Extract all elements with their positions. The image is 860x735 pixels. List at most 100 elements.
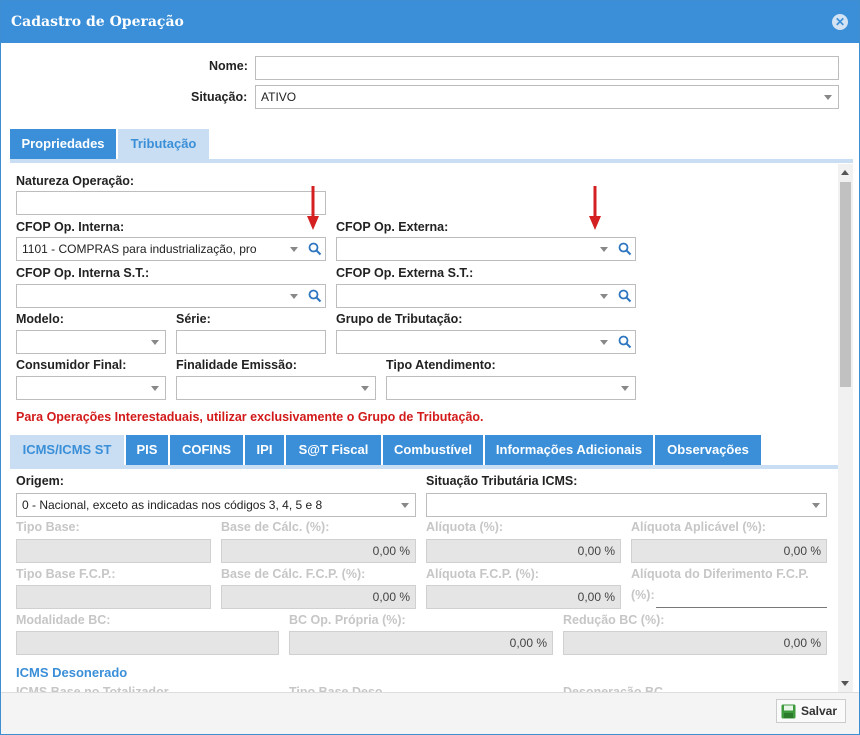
save-disk-icon xyxy=(781,704,796,719)
tab-ipi[interactable]: IPI xyxy=(245,435,284,465)
situacao-label: Situação: xyxy=(191,90,248,104)
aliquota-aplicavel-label: Alíquota Aplicável (%): xyxy=(631,520,766,534)
modalidade-bc-field xyxy=(16,631,279,655)
serie-input[interactable] xyxy=(176,330,326,354)
tipo-atendimento-select[interactable] xyxy=(386,376,636,400)
save-button[interactable]: Salvar xyxy=(776,699,846,723)
scroll-down-icon[interactable] xyxy=(841,681,849,686)
origem-label: Origem: xyxy=(16,474,64,488)
serie-label: Série: xyxy=(176,312,211,326)
base-calc-fcp-field: 0,00 % xyxy=(221,585,416,609)
scroll-thumb[interactable] xyxy=(840,182,851,387)
tab-icms[interactable]: ICMS/ICMS ST xyxy=(10,435,124,465)
dialog-title: Cadastro de Operação xyxy=(11,14,184,30)
nome-input[interactable] xyxy=(255,56,839,80)
modalidade-bc-label: Modalidade BC: xyxy=(16,613,111,627)
finalidade-label: Finalidade Emissão: xyxy=(176,358,297,372)
tipo-base-field xyxy=(16,539,211,563)
scrollbar[interactable] xyxy=(838,164,853,692)
cut-label-3: Desoneração BC xyxy=(563,685,664,692)
cfop-externa-select[interactable] xyxy=(336,237,636,261)
search-icon[interactable] xyxy=(308,289,322,303)
tab-tributacao[interactable]: Tributação xyxy=(118,129,209,159)
cfop-interna-select[interactable]: 1101 - COMPRAS para industrialização, pr… xyxy=(16,237,326,261)
consumidor-select[interactable] xyxy=(16,376,166,400)
chevron-down-icon xyxy=(151,386,159,391)
cfop-externa-st-label: CFOP Op. Externa S.T.: xyxy=(336,266,474,280)
base-calc-field: 0,00 % xyxy=(221,539,416,563)
chevron-down-icon xyxy=(824,95,832,100)
modelo-select[interactable] xyxy=(16,330,166,354)
search-icon[interactable] xyxy=(618,335,632,349)
consumidor-label: Consumidor Final: xyxy=(16,358,127,372)
cfop-interna-st-select[interactable] xyxy=(16,284,326,308)
search-icon[interactable] xyxy=(308,242,322,256)
situacao-select[interactable]: ATIVO xyxy=(255,85,839,109)
tab-combustivel[interactable]: Combustível xyxy=(383,435,483,465)
situacao-tributaria-label: Situação Tributária ICMS: xyxy=(426,474,578,488)
situacao-value: ATIVO xyxy=(261,90,297,104)
scroll-up-icon[interactable] xyxy=(841,170,849,175)
title-bar: Cadastro de Operação ✕ xyxy=(1,1,859,43)
aliquota-dif-fcp-field xyxy=(656,584,827,608)
tipo-base-fcp-field xyxy=(16,585,211,609)
origem-value: 0 - Nacional, exceto as indicadas nos có… xyxy=(22,498,323,512)
situacao-tributaria-select[interactable] xyxy=(426,493,827,517)
aliquota-label: Alíquota (%): xyxy=(426,520,504,534)
chevron-down-icon xyxy=(621,386,629,391)
chevron-down-icon xyxy=(151,340,159,345)
grupo-select[interactable] xyxy=(336,330,636,354)
chevron-down-icon xyxy=(290,247,298,252)
dialog-window: Cadastro de Operação ✕ Nome: Situação: A… xyxy=(0,0,860,735)
save-label: Salvar xyxy=(801,704,838,718)
tab-pis[interactable]: PIS xyxy=(126,435,168,465)
modelo-label: Modelo: xyxy=(16,312,64,326)
red-arrow-icon xyxy=(589,186,601,230)
base-calc-fcp-label: Base de Cálc. F.C.P. (%): xyxy=(221,567,366,581)
icms-desonerado-title: ICMS Desonerado xyxy=(16,665,128,680)
tab-informacoes-adicionais[interactable]: Informações Adicionais xyxy=(485,435,653,465)
cut-label-2: Tipo Base Deso xyxy=(289,685,383,692)
aliquota-aplicavel-field: 0,00 % xyxy=(631,539,827,563)
bc-propria-label: BC Op. Própria (%): xyxy=(289,613,406,627)
nome-label: Nome: xyxy=(209,59,248,73)
aliquota-fcp-label: Alíquota F.C.P. (%): xyxy=(426,567,539,581)
sub-tabbar: ICMS/ICMS ST PIS COFINS IPI S@T Fiscal C… xyxy=(10,435,770,465)
dialog-footer: Salvar xyxy=(1,692,859,734)
grupo-label: Grupo de Tributação: xyxy=(336,312,463,326)
cfop-externa-st-select[interactable] xyxy=(336,284,636,308)
origem-select[interactable]: 0 - Nacional, exceto as indicadas nos có… xyxy=(16,493,416,517)
tab-propriedades[interactable]: Propriedades xyxy=(10,129,116,159)
cfop-externa-label: CFOP Op. Externa: xyxy=(336,220,449,234)
cfop-interna-st-label: CFOP Op. Interna S.T.: xyxy=(16,266,150,280)
search-icon[interactable] xyxy=(618,289,632,303)
tab-cofins[interactable]: COFINS xyxy=(170,435,243,465)
natureza-label: Natureza Operação: xyxy=(16,174,135,188)
tab-sat-fiscal[interactable]: S@T Fiscal xyxy=(286,435,381,465)
base-calc-label: Base de Cálc. (%): xyxy=(221,520,330,534)
chevron-down-icon xyxy=(812,503,820,508)
warning-text: Para Operações Interestaduais, utilizar … xyxy=(16,410,484,424)
aliquota-fcp-field: 0,00 % xyxy=(426,585,621,609)
aliquota-field: 0,00 % xyxy=(426,539,621,563)
tipo-base-fcp-label: Tipo Base F.C.P.: xyxy=(16,567,116,581)
chevron-down-icon xyxy=(401,503,409,508)
cfop-interna-value: 1101 - COMPRAS para industrialização, pr… xyxy=(22,242,257,256)
search-icon[interactable] xyxy=(618,242,632,256)
tab-observacoes[interactable]: Observações xyxy=(655,435,761,465)
chevron-down-icon xyxy=(290,294,298,299)
chevron-down-icon xyxy=(600,294,608,299)
close-icon[interactable]: ✕ xyxy=(832,14,848,30)
main-tabbar: Propriedades Tributação xyxy=(10,129,250,159)
chevron-down-icon xyxy=(361,386,369,391)
finalidade-select[interactable] xyxy=(176,376,376,400)
natureza-input[interactable] xyxy=(16,191,326,215)
sub-tab-underline xyxy=(10,465,838,469)
aliquota-dif-fcp-label: Alíquota do Diferimento F.C.P. xyxy=(631,567,809,581)
reducao-bc-label: Redução BC (%): xyxy=(563,613,665,627)
reducao-bc-field: 0,00 % xyxy=(563,631,827,655)
tipo-base-label: Tipo Base: xyxy=(16,520,80,534)
red-arrow-icon xyxy=(307,186,319,230)
cfop-interna-label: CFOP Op. Interna: xyxy=(16,220,125,234)
cut-label-1: ICMS Base no Totalizador xyxy=(16,685,169,692)
